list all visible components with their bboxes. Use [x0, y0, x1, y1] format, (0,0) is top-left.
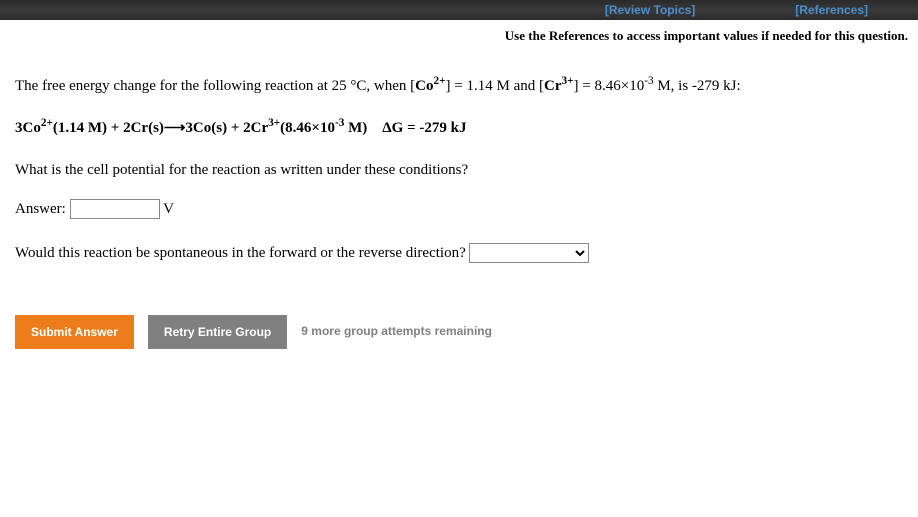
references-link[interactable]: [References] [795, 3, 868, 17]
equation-text: 3Co2+(1.14 M) + 2Cr(s)⟶3Co(s) + 2Cr3+(8.… [15, 116, 903, 140]
answer-input[interactable] [70, 199, 160, 219]
question-cell-potential: What is the cell potential for the react… [15, 158, 903, 182]
instruction-text: Use the References to access important v… [0, 20, 918, 44]
attempts-remaining: 9 more group attempts remaining [301, 322, 492, 341]
intro-text: The free energy change for the following… [15, 74, 903, 98]
submit-answer-button[interactable]: Submit Answer [15, 315, 134, 349]
answer-label: Answer: [15, 201, 66, 217]
question-spontaneous: Would this reaction be spontaneous in th… [15, 241, 903, 265]
unit-label: V [163, 201, 174, 217]
answer-row: Answer: V [15, 197, 903, 221]
direction-select[interactable] [469, 243, 589, 263]
question-content: The free energy change for the following… [0, 44, 918, 364]
top-bar: [Review Topics] [References] [0, 0, 918, 20]
button-row: Submit Answer Retry Entire Group 9 more … [15, 315, 903, 349]
retry-group-button[interactable]: Retry Entire Group [148, 315, 287, 349]
review-topics-link[interactable]: [Review Topics] [605, 3, 695, 17]
